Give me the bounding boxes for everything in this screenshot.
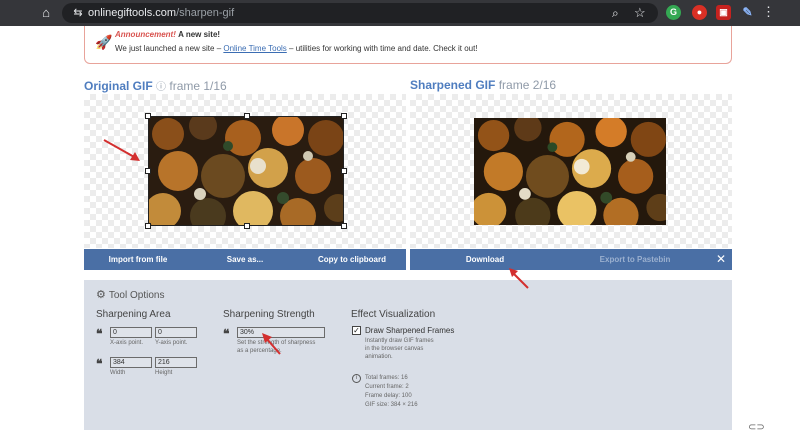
- draw-sharpened-frames-checkbox[interactable]: ✓: [352, 326, 361, 335]
- draw-sharpened-frames-label[interactable]: Draw Sharpened Frames: [365, 326, 454, 335]
- announcement-text-before: We just launched a new site –: [115, 44, 224, 53]
- url-domain: onlinegiftools.com: [88, 7, 177, 19]
- gif-size-text: GIF size: 384 × 216: [365, 402, 418, 408]
- original-gif-canvas[interactable]: [84, 94, 406, 248]
- copy-to-clipboard-button[interactable]: Copy to clipboard: [298, 255, 406, 264]
- height-input[interactable]: 216: [155, 357, 197, 368]
- announcement-heading-rest: A new site!: [178, 30, 221, 39]
- link-icon[interactable]: ⊂⊃: [748, 422, 765, 434]
- forest-image-sharpened: [474, 118, 666, 225]
- rocket-icon: 🚀: [95, 34, 113, 50]
- announcement-heading: Announcement! A new site!: [115, 30, 220, 39]
- sharpened-frame-counter: frame 2/16: [498, 78, 557, 92]
- original-gif-title: Original GIF: [84, 79, 153, 93]
- strength-hint-line2: as a percentage.: [237, 348, 282, 354]
- close-icon[interactable]: ✕: [716, 252, 726, 266]
- width-input[interactable]: 384: [110, 357, 152, 368]
- sharpened-gif-title: Sharpened GIF: [410, 78, 496, 92]
- url-text[interactable]: onlinegiftools.com/sharpen-gif: [88, 6, 234, 20]
- sharpened-gif-image: [474, 118, 666, 225]
- tool-options-heading: ⚙ Tool Options: [96, 288, 164, 301]
- export-to-pastebin-button[interactable]: Export to Pastebin: [560, 255, 710, 264]
- site-settings-icon[interactable]: ⇆: [70, 5, 86, 21]
- current-frame-text: Current frame: 2: [365, 384, 409, 390]
- original-gif-image: [148, 116, 344, 226]
- effect-visualization-title: Effect Visualization: [351, 309, 436, 320]
- home-icon[interactable]: ⌂: [38, 5, 54, 21]
- width-hint: Width: [110, 370, 126, 376]
- strength-hint-line1: Set the strength of sharpness: [237, 340, 316, 346]
- url-path: /sharpen-gif: [176, 7, 235, 19]
- announcement-banner: 🚀 Announcement! A new site! We just laun…: [84, 26, 732, 64]
- zoom-icon[interactable]: ⌕: [612, 5, 619, 21]
- download-button[interactable]: Download: [410, 255, 560, 264]
- sharpened-gif-heading: Sharpened GIF frame 2/16: [410, 78, 556, 92]
- x-axis-hint: X-axis point.: [110, 340, 144, 346]
- browser-bar: ⌂ ⇆ onlinegiftools.com/sharpen-gif ⌕ ☆ G…: [0, 0, 800, 26]
- tool-options-panel: ⚙ Tool Options Sharpening Area ❝ 0 0 X-ax…: [84, 280, 732, 430]
- red-extension-icon[interactable]: ●: [692, 5, 707, 20]
- original-gif-toolbar: Import from file Save as... Copy to clip…: [84, 249, 406, 270]
- announcement-highlight: Announcement!: [115, 30, 176, 39]
- online-time-tools-link[interactable]: Online Time Tools: [223, 44, 286, 53]
- bookmark-star-icon[interactable]: ☆: [634, 5, 646, 21]
- info-icon: i: [352, 374, 361, 383]
- sharpened-gif-canvas: [410, 94, 732, 248]
- address-bar[interactable]: ⇆ onlinegiftools.com/sharpen-gif ⌕ ☆: [62, 3, 658, 23]
- gear-icon: ⚙: [96, 289, 106, 301]
- announcement-text: We just launched a new site – Online Tim…: [115, 44, 478, 53]
- effect-hint-line1: Instantly draw GIF frames: [365, 338, 434, 344]
- y-axis-input[interactable]: 0: [155, 327, 197, 338]
- original-gif-heading: Original GIF ⓘ frame 1/16: [84, 78, 227, 93]
- effect-hint-line2: in the browser canvas: [365, 346, 424, 352]
- save-as-button[interactable]: Save as...: [192, 255, 298, 264]
- announcement-text-after: – utilities for working with time and da…: [286, 44, 478, 53]
- height-hint: Height: [155, 370, 173, 376]
- quote-icon: ❝: [96, 327, 103, 341]
- forest-image: [148, 116, 344, 226]
- x-axis-input[interactable]: 0: [110, 327, 152, 338]
- image-extension-icon[interactable]: ▣: [716, 5, 731, 20]
- quote-icon: ❝: [223, 327, 230, 341]
- frame-delay-text: Frame delay: 100: [365, 393, 412, 399]
- sharpening-strength-title: Sharpening Strength: [223, 309, 315, 320]
- sharpening-area-title: Sharpening Area: [96, 309, 171, 320]
- browser-menu-icon[interactable]: ⋮: [762, 4, 775, 20]
- tool-options-title: Tool Options: [108, 290, 165, 301]
- sharpened-gif-toolbar: Download Export to Pastebin ✕: [410, 249, 732, 270]
- import-from-file-button[interactable]: Import from file: [84, 255, 192, 264]
- total-frames-text: Total frames: 16: [365, 375, 408, 381]
- quote-icon: ❝: [96, 357, 103, 371]
- effect-hint-line3: animation.: [365, 354, 393, 360]
- sharpening-strength-input[interactable]: 30%: [237, 327, 325, 338]
- y-axis-hint: Y-axis point.: [155, 340, 188, 346]
- grammarly-extension-icon[interactable]: G: [666, 5, 681, 20]
- page: ⌂ ⇆ onlinegiftools.com/sharpen-gif ⌕ ☆ G…: [0, 0, 800, 440]
- original-frame-counter: frame 1/16: [169, 79, 227, 93]
- help-icon[interactable]: ⓘ: [156, 82, 166, 93]
- link-extension-icon[interactable]: ✎: [740, 5, 755, 20]
